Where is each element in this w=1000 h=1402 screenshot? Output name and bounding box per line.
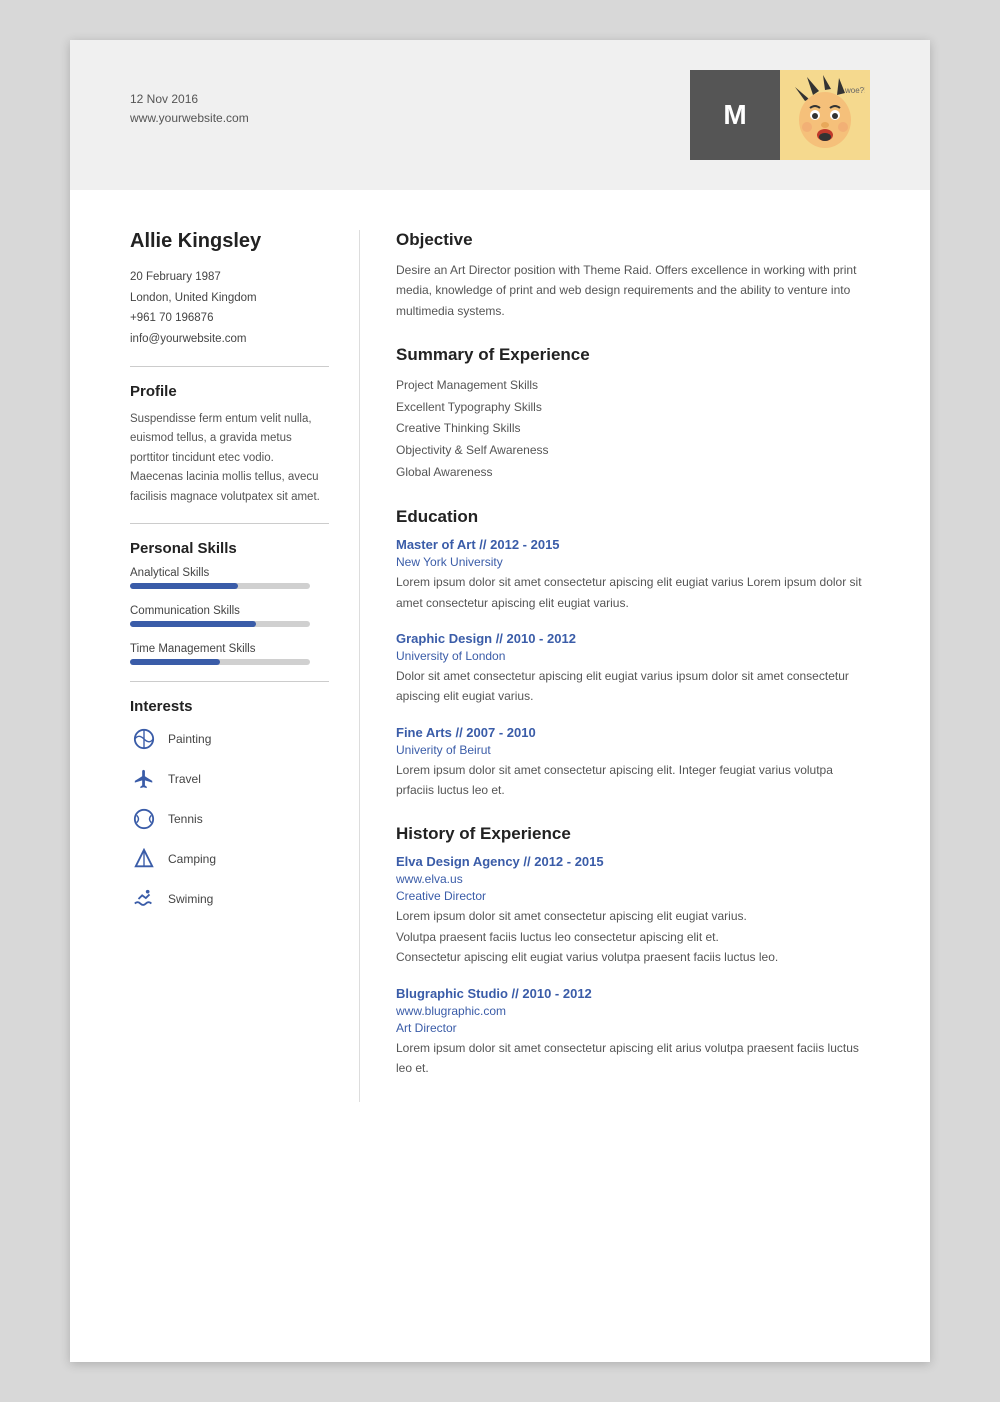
edu-entry-1: Master of Art // 2012 - 2015 New York Un… (396, 537, 870, 613)
education-section: Education Master of Art // 2012 - 2015 N… (396, 507, 870, 800)
exp-company-1: www.elva.us (396, 872, 870, 886)
interests-section: Interests Painting Travel (130, 698, 329, 913)
edu-title-2: Graphic Design // 2010 - 2012 (396, 631, 870, 646)
summary-item-2: Excellent Typography Skills (396, 397, 870, 419)
interest-label-travel: Travel (168, 772, 201, 786)
summary-item-5: Global Awareness (396, 462, 870, 484)
dob: 20 February 1987 (130, 267, 329, 288)
skill-communication: Communication Skills (130, 605, 329, 627)
profile-text: Suspendisse ferm entum velit nulla, euis… (130, 410, 329, 508)
objective-title: Objective (396, 230, 870, 250)
resume-page: 12 Nov 2016 www.yourwebsite.com M (70, 40, 930, 1362)
edu-title-3: Fine Arts // 2007 - 2010 (396, 725, 870, 740)
education-title: Education (396, 507, 870, 527)
summary-list: Project Management Skills Excellent Typo… (396, 375, 870, 483)
summary-item-4: Objectivity & Self Awareness (396, 440, 870, 462)
divider-3 (130, 681, 329, 682)
history-section: History of Experience Elva Design Agency… (396, 824, 870, 1078)
header-website: www.yourwebsite.com (130, 109, 249, 128)
interest-painting: Painting (130, 725, 329, 753)
cartoon-svg: woe?! (785, 75, 865, 155)
edu-entry-3: Fine Arts // 2007 - 2010 Univerity of Be… (396, 725, 870, 801)
edu-title-1: Master of Art // 2012 - 2015 (396, 537, 870, 552)
objective-section: Objective Desire an Art Director positio… (396, 230, 870, 321)
interest-travel: Travel (130, 765, 329, 793)
header-date: 12 Nov 2016 (130, 90, 249, 109)
exp-role-2: Art Director (396, 1021, 870, 1035)
exp-role-1: Creative Director (396, 889, 870, 903)
skill-bar-fill-time (130, 659, 220, 665)
edu-desc-1: Lorem ipsum dolor sit amet consectetur a… (396, 572, 870, 613)
exp-desc-2: Lorem ipsum dolor sit amet consectetur a… (396, 1038, 870, 1079)
summary-item-1: Project Management Skills (396, 375, 870, 397)
skill-name-communication: Communication Skills (130, 605, 329, 617)
interest-label-painting: Painting (168, 732, 211, 746)
interest-camping: Camping (130, 845, 329, 873)
skills-section: Personal Skills Analytical Skills Commun… (130, 540, 329, 665)
main-content: Allie Kingsley 20 February 1987 London, … (70, 190, 930, 1142)
name-section: Allie Kingsley 20 February 1987 London, … (130, 230, 329, 350)
edu-desc-2: Dolor sit amet consectetur apiscing elit… (396, 666, 870, 707)
skill-analytical: Analytical Skills (130, 567, 329, 589)
skills-title: Personal Skills (130, 540, 329, 557)
divider-2 (130, 523, 329, 524)
skill-name-time: Time Management Skills (130, 643, 329, 655)
svg-text:woe?!: woe?! (844, 86, 865, 95)
skill-bar-fill-analytical (130, 583, 238, 589)
phone: +961 70 196876 (130, 308, 329, 329)
exp-entry-1: Elva Design Agency // 2012 - 2015 www.el… (396, 854, 870, 967)
header-info: 12 Nov 2016 www.yourwebsite.com (130, 70, 249, 128)
skill-bar-fill-communication (130, 621, 256, 627)
interest-label-swimming: Swiming (168, 892, 213, 906)
edu-school-1: New York University (396, 555, 870, 569)
right-column: Objective Desire an Art Director positio… (360, 230, 870, 1102)
edu-school-2: University of London (396, 649, 870, 663)
exp-desc-1: Lorem ipsum dolor sit amet consectetur a… (396, 906, 870, 967)
exp-company-2: www.blugraphic.com (396, 1004, 870, 1018)
interest-label-camping: Camping (168, 852, 216, 866)
skill-bar-bg-communication (130, 621, 310, 627)
summary-item-3: Creative Thinking Skills (396, 418, 870, 440)
interest-label-tennis: Tennis (168, 812, 203, 826)
location: London, United Kingdom (130, 288, 329, 309)
header: 12 Nov 2016 www.yourwebsite.com M (70, 40, 930, 190)
objective-text: Desire an Art Director position with The… (396, 260, 870, 321)
divider-1 (130, 366, 329, 367)
interest-tennis: Tennis (130, 805, 329, 833)
tennis-icon (130, 805, 158, 833)
avatar-grey: M (690, 70, 780, 160)
skill-name-analytical: Analytical Skills (130, 567, 329, 579)
profile-title: Profile (130, 383, 329, 400)
interest-swimming: Swiming (130, 885, 329, 913)
skill-time: Time Management Skills (130, 643, 329, 665)
avatar-letter: M (723, 99, 746, 131)
full-name: Allie Kingsley (130, 230, 329, 253)
email: info@yourwebsite.com (130, 329, 329, 350)
exp-title-2: Blugraphic Studio // 2010 - 2012 (396, 986, 870, 1001)
contact-info: 20 February 1987 London, United Kingdom … (130, 267, 329, 350)
travel-icon (130, 765, 158, 793)
edu-entry-2: Graphic Design // 2010 - 2012 University… (396, 631, 870, 707)
exp-entry-2: Blugraphic Studio // 2010 - 2012 www.blu… (396, 986, 870, 1079)
camping-icon (130, 845, 158, 873)
edu-desc-3: Lorem ipsum dolor sit amet consectetur a… (396, 760, 870, 801)
left-column: Allie Kingsley 20 February 1987 London, … (130, 230, 360, 1102)
edu-school-3: Univerity of Beirut (396, 743, 870, 757)
header-avatars: M (690, 70, 870, 160)
exp-title-1: Elva Design Agency // 2012 - 2015 (396, 854, 870, 869)
swimming-icon (130, 885, 158, 913)
profile-section: Profile Suspendisse ferm entum velit nul… (130, 383, 329, 508)
summary-section: Summary of Experience Project Management… (396, 345, 870, 483)
avatar-cartoon: woe?! (780, 70, 870, 160)
interests-title: Interests (130, 698, 329, 715)
summary-title: Summary of Experience (396, 345, 870, 365)
skill-bar-bg-time (130, 659, 310, 665)
history-title: History of Experience (396, 824, 870, 844)
painting-icon (130, 725, 158, 753)
skill-bar-bg-analytical (130, 583, 310, 589)
